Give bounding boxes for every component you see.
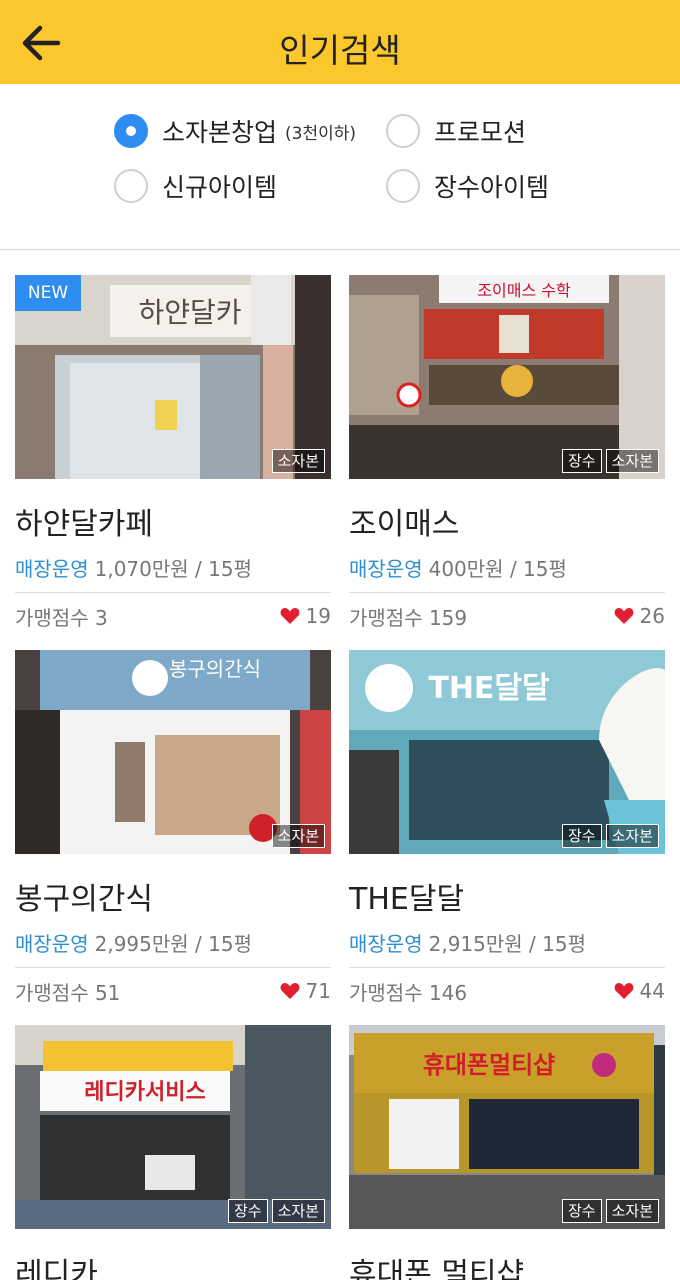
card-info: 매장운영 2,995만원 / 15평 (15, 928, 331, 957)
tag-long-running: 장수 (561, 1199, 602, 1223)
store-sign-text: THE달달 (428, 671, 550, 706)
store-sign-text: 하얀달카 (138, 296, 241, 329)
tag-small-capital: 소자본 (605, 1199, 659, 1223)
store-sign-text: 조이매스 수학 (477, 281, 571, 300)
tag-list: 소자본 (271, 824, 325, 848)
operation-label: 매장운영 (15, 557, 89, 581)
heart-icon (280, 608, 299, 624)
store-photo: 휴대폰멀티샵 장수 소자본 (349, 1025, 665, 1229)
heart-icon (614, 608, 633, 624)
radio-button[interactable] (114, 169, 148, 203)
tag-list: 장수 소자본 (561, 449, 659, 473)
card-footer: 가맹점수 146 44 (349, 978, 665, 1005)
card-title: 조이매스 (349, 507, 460, 542)
price-size: 2,995만원 / 15평 (94, 932, 252, 956)
franchise-card[interactable]: 조이매스 수학 장수 소자본 조이매스 매장운영 400만원 / 15평 가맹점수… (349, 275, 665, 630)
filter-small-capital[interactable]: 소자본창업 (3천이하) (114, 111, 356, 151)
filter-sublabel: (3천이하) (285, 123, 357, 144)
tag-long-running: 장수 (561, 449, 602, 473)
franchise-count: 가맹점수 146 (349, 980, 468, 1005)
page-title: 인기검색 (279, 31, 401, 70)
tag-list: 장수 소자본 (561, 1199, 659, 1223)
like-count: 26 (639, 604, 665, 628)
divider (15, 967, 331, 968)
tag-long-running: 장수 (561, 824, 602, 848)
tag-small-capital: 소자본 (271, 824, 325, 848)
card-info: 매장운영 2,915만원 / 15평 (349, 928, 665, 957)
franchise-card[interactable]: 휴대폰멀티샵 장수 소자본 휴대폰 멀티샵 (349, 1025, 665, 1280)
filter-label: 소자본창업 (162, 118, 278, 147)
card-title: 휴대폰 멀티샵 (349, 1257, 525, 1280)
filter-new-item[interactable]: 신규아이템 (114, 166, 277, 206)
operation-label: 매장운영 (15, 932, 89, 956)
like-button[interactable]: 26 (614, 604, 665, 628)
card-footer: 가맹점수 51 71 (15, 978, 331, 1005)
filter-long-running[interactable]: 장수아이템 (386, 166, 549, 206)
tag-small-capital: 소자본 (605, 449, 659, 473)
filter-label: 장수아이템 (434, 173, 550, 202)
franchise-card[interactable]: 레디카서비스 장수 소자본 레디카 (15, 1025, 331, 1280)
store-photo: 봉구의간식 소자본 (15, 650, 331, 854)
card-title: 하얀달카페 (15, 507, 153, 542)
like-button[interactable]: 44 (614, 979, 665, 1003)
radio-button[interactable] (386, 114, 420, 148)
store-sign-text: 휴대폰멀티샵 (423, 1051, 555, 1079)
tag-list: 소자본 (271, 449, 325, 473)
price-size: 1,070만원 / 15평 (94, 557, 252, 581)
like-button[interactable]: 19 (280, 604, 331, 628)
like-count: 19 (305, 604, 331, 628)
price-size: 400만원 / 15평 (428, 557, 567, 581)
card-title: THE달달 (349, 882, 465, 917)
radio-button[interactable] (386, 169, 420, 203)
franchise-count: 가맹점수 159 (349, 605, 468, 630)
like-count: 44 (639, 979, 665, 1003)
franchise-card[interactable]: 봉구의간식 소자본 봉구의간식 매장운영 2,995만원 / 15평 가맹점수 5… (15, 650, 331, 1005)
heart-icon (614, 983, 633, 999)
card-footer: 가맹점수 159 26 (349, 603, 665, 630)
price-size: 2,915만원 / 15평 (428, 932, 586, 956)
heart-icon (280, 983, 299, 999)
franchise-count: 가맹점수 3 (15, 605, 108, 630)
divider (15, 592, 331, 593)
divider (349, 967, 665, 968)
store-sign-text: 레디카서비스 (84, 1080, 205, 1105)
divider (349, 592, 665, 593)
tag-small-capital: 소자본 (271, 449, 325, 473)
tag-small-capital: 소자본 (605, 824, 659, 848)
store-photo: THE달달 장수 소자본 (349, 650, 665, 854)
franchise-card[interactable]: THE달달 장수 소자본 THE달달 매장운영 2,915만원 / 15평 가맹점… (349, 650, 665, 1005)
store-photo: 레디카서비스 장수 소자본 (15, 1025, 331, 1229)
filter-label: 신규아이템 (162, 173, 278, 202)
card-title: 레디카 (15, 1257, 98, 1280)
new-badge: NEW (15, 275, 81, 311)
card-info: 매장운영 1,070만원 / 15평 (15, 553, 331, 582)
like-button[interactable]: 71 (280, 979, 331, 1003)
franchise-count: 가맹점수 51 (15, 980, 121, 1005)
operation-label: 매장운영 (349, 932, 423, 956)
store-photo: 하얀달카 NEW 소자본 (15, 275, 331, 479)
filter-radio-group: 소자본창업 (3천이하) 프로모션 신규아이템 장수아이템 (0, 84, 680, 250)
operation-label: 매장운영 (349, 557, 423, 581)
card-footer: 가맹점수 3 19 (15, 603, 331, 630)
franchise-card[interactable]: 하얀달카 NEW 소자본 하얀달카페 매장운영 1,070만원 / 15평 가맹점… (15, 275, 331, 630)
filter-label: 프로모션 (434, 118, 527, 147)
tag-list: 장수 소자본 (561, 824, 659, 848)
like-count: 71 (305, 979, 331, 1003)
tag-list: 장수 소자본 (227, 1199, 325, 1223)
store-sign-text: 봉구의간식 (169, 657, 261, 681)
card-info: 매장운영 400만원 / 15평 (349, 553, 665, 582)
app-header: 인기검색 (0, 0, 680, 84)
card-title: 봉구의간식 (15, 882, 153, 917)
tag-small-capital: 소자본 (271, 1199, 325, 1223)
tag-long-running: 장수 (227, 1199, 268, 1223)
radio-button-checked[interactable] (114, 114, 148, 148)
store-photo: 조이매스 수학 장수 소자본 (349, 275, 665, 479)
filter-promotion[interactable]: 프로모션 (386, 111, 526, 151)
